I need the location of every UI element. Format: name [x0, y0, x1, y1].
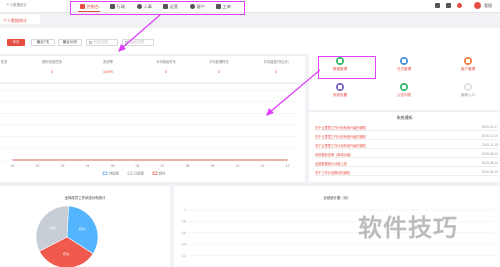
- notice-title: 运营数据统计功能上线: [315, 162, 347, 166]
- notice-row[interactable]: 运营数据统计功能上线 2019-08-14: [315, 159, 498, 167]
- notice-date: 2019-06-14: [481, 170, 498, 174]
- notice-title: 关于工作计划模块的通知: [315, 171, 351, 175]
- pie-slice-label: 0%: [50, 225, 56, 230]
- pie-chart-svg: 0% 0% 0%: [35, 205, 99, 267]
- notices-title: 系统通知: [396, 115, 413, 120]
- notice-title: 关于云里里工作计划系统升级的通知: [315, 135, 366, 139]
- notice-date: 2019-12-19: [481, 134, 498, 138]
- y-tick-label: 0.4: [182, 242, 187, 246]
- y-tick-label: 0.2: [182, 254, 187, 258]
- notice-title: 系统更新说明（新增功能）: [315, 153, 354, 157]
- pie-slice-label: 0%: [63, 252, 69, 257]
- pie-slice-label: 0%: [79, 227, 85, 232]
- notice-row[interactable]: 系统更新说明（新增功能） 2019-08-14: [315, 150, 498, 158]
- notice-row[interactable]: 关于云里里工作计划系统升级的通知 2019-11-19: [315, 141, 498, 149]
- y-tick-label: 0.6: [182, 231, 187, 235]
- notice-date: 2019-11-19: [481, 143, 498, 147]
- work-status-pie-panel: 全体成员工作状态分布统计 0% 0% 0%: [0, 186, 170, 267]
- notice-date: 2019-08-14: [481, 161, 498, 165]
- notice-date: 2019-08-14: [481, 152, 498, 156]
- system-notices-panel: 系统通知 关于云里里工作计划系统升级的通知 2020-03-27 关于云里里工作…: [309, 112, 500, 182]
- y-tick-label: 1: [184, 208, 186, 212]
- notice-row[interactable]: 关于云里里工作计划系统升级的通知 2020-03-27: [315, 123, 498, 131]
- notice-title: 关于云里里工作计划系统升级的通知: [315, 126, 366, 130]
- notice-date: 2020-03-27: [481, 125, 498, 129]
- annotation-arrow-line: [121, 14, 161, 49]
- y-tick-label: 0.8: [182, 220, 187, 224]
- notice-row[interactable]: 关于云里里工作计划系统升级的通知 2019-12-19: [315, 132, 498, 140]
- notice-row[interactable]: 关于工作计划模块的通知 2019-06-14: [315, 168, 498, 176]
- annotation-arrow-line: [269, 69, 321, 113]
- watermark-text: 软件技巧: [358, 214, 458, 242]
- notice-title: 关于云里里工作计划系统升级的通知: [315, 144, 366, 148]
